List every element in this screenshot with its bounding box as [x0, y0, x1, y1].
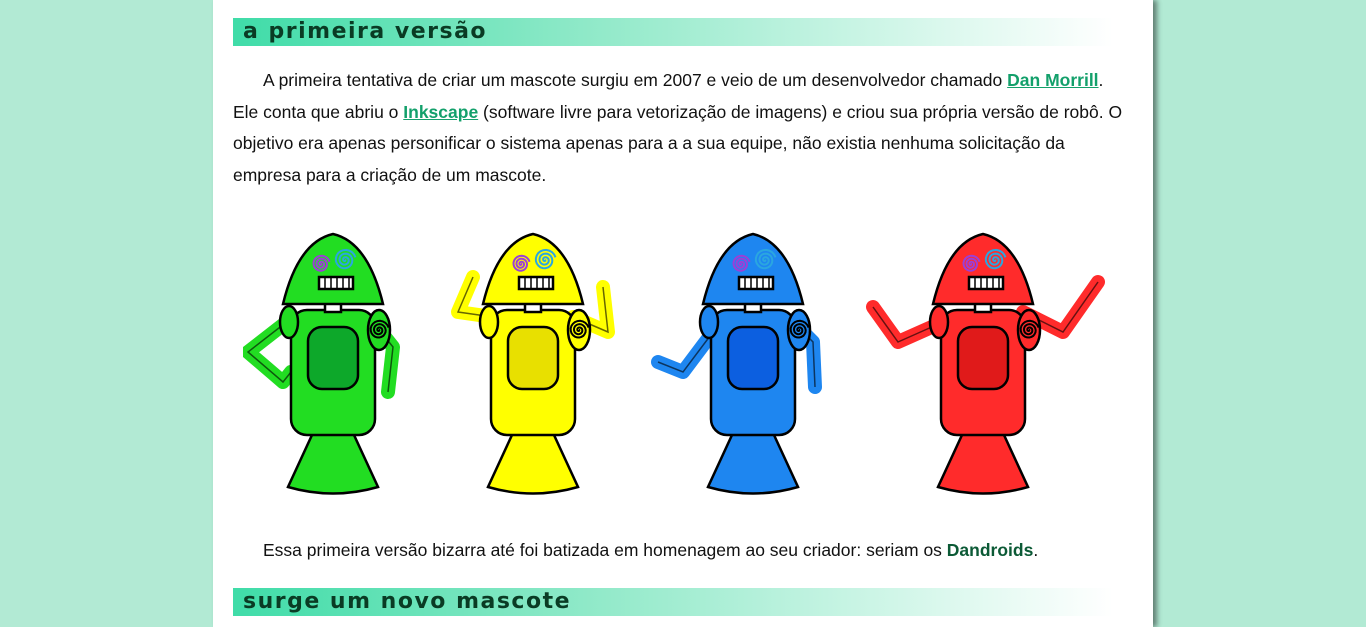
robot-yellow [451, 232, 615, 495]
paragraph-text: . [1033, 540, 1039, 560]
robot-shoulder [278, 304, 300, 340]
dandroids-emphasis: Dandroids [946, 540, 1034, 560]
paragraph-text: Essa primeira versão bizarra até foi bat… [263, 540, 947, 560]
robot-chest-panel [306, 325, 360, 391]
robot-chest-panel [956, 325, 1010, 391]
robot-head [931, 232, 1035, 306]
content-page: a primeira versão A primeira tentativa d… [213, 0, 1153, 627]
closing-paragraph: Essa primeira versão bizarra até foi bat… [233, 535, 1133, 567]
robot-mouth [737, 275, 775, 291]
robot-head [481, 232, 585, 306]
intro-paragraph: A primeira tentativa de criar um mascote… [233, 65, 1133, 191]
robot-shoulder [698, 304, 720, 340]
dandroids-illustration [243, 232, 1105, 495]
robot-chest-panel [506, 325, 560, 391]
paragraph-text: A primeira tentativa de criar um mascote… [263, 70, 1008, 90]
dan-morrill-link[interactable]: Dan Morrill [1007, 70, 1098, 90]
robot-shoulder [478, 304, 500, 340]
robot-head [701, 232, 805, 306]
robot-head [281, 232, 385, 306]
robot-green [243, 232, 400, 495]
robot-chest-panel [726, 325, 780, 391]
inkscape-link[interactable]: Inkscape [403, 102, 478, 122]
robot-blue [651, 232, 822, 495]
section-heading: a primeira versão [233, 18, 1113, 46]
section-heading: surge um novo mascote [233, 588, 1113, 616]
robot-mouth [967, 275, 1005, 291]
robot-red [866, 232, 1105, 495]
robot-mouth [317, 275, 355, 291]
robot-shoulder [928, 304, 950, 340]
robot-mouth [517, 275, 555, 291]
